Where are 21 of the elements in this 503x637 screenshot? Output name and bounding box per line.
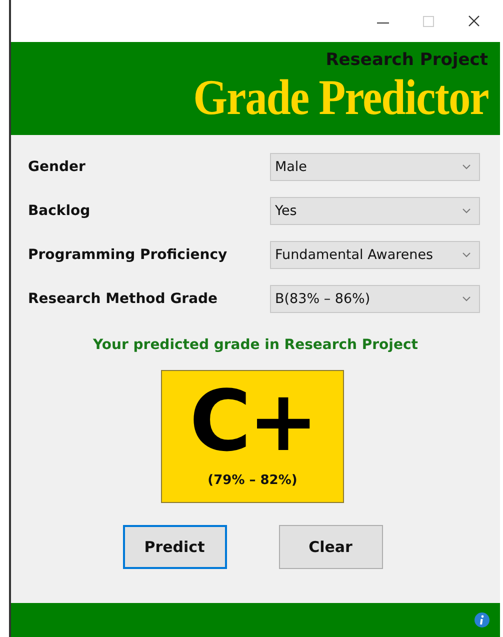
close-icon[interactable] [468,15,480,27]
dropdown[interactable]: Yes [270,197,480,225]
app-subtitle: Research Project [326,50,488,70]
chevron-icon [462,208,471,214]
chevron-icon [462,296,471,302]
field-label: Gender [28,159,86,175]
field-label: Research Method Grade [28,291,218,307]
info-icon[interactable] [474,612,490,628]
dropdown[interactable]: Male [270,153,480,181]
grade-range: (79% – 82%) [208,473,298,488]
dropdown[interactable]: B(83% – 86%) [270,285,480,313]
predict-button[interactable]: Predict [122,525,226,569]
field-label: Backlog [28,203,90,219]
chevron-icon [462,252,471,258]
app-title: Grade Predictor [192,70,488,124]
chevron-icon [462,164,471,170]
field-label: Programming Proficiency [28,247,228,263]
dropdown[interactable]: Fundamental Awarenes [270,241,480,269]
result-caption: Your predicted grade in Research Project [92,337,419,353]
clear-button[interactable]: Clear [278,525,382,569]
grade-letter: C+ [189,373,316,469]
